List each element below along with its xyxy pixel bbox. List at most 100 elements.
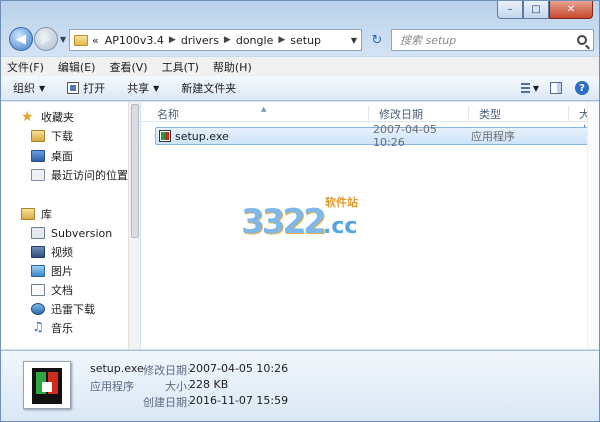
library-icon — [21, 208, 35, 220]
address-overflow-chevron[interactable]: « — [92, 34, 99, 47]
nav-libraries[interactable]: 库 — [21, 205, 52, 223]
command-bar: 组织 ▼ 打开 共享 ▼ 新建文件夹 ▼ ? — [1, 76, 599, 101]
nav-item-recent-places[interactable]: 最近访问的位置 — [31, 166, 128, 184]
watermark-number: 3322 — [241, 202, 327, 242]
column-header-modified[interactable]: 修改日期 — [369, 106, 469, 122]
details-filetype: 应用程序 — [90, 380, 134, 393]
nav-item-label: 桌面 — [51, 150, 73, 163]
column-header-label: 修改日期 — [379, 108, 423, 121]
nav-item-music[interactable]: ♫ 音乐 — [31, 319, 73, 337]
chevron-down-icon: ▼ — [39, 83, 46, 93]
search-placeholder: 搜索 setup — [400, 34, 457, 47]
column-header-type[interactable]: 类型 — [469, 106, 569, 122]
navigation-pane-scrollbar[interactable] — [128, 102, 140, 349]
thunder-download-icon — [31, 303, 45, 315]
file-list: ▲ 名称 修改日期 类型 大小 setup.exe 2007-04-05 10:… — [141, 102, 599, 349]
subversion-library-icon — [31, 227, 45, 239]
file-row-setup-exe[interactable]: setup.exe 2007-04-05 10:26 应用程序 — [155, 123, 599, 149]
nav-item-label: 最近访问的位置 — [51, 169, 128, 182]
downloads-folder-icon — [31, 130, 45, 142]
address-bar[interactable]: « AP100v3.4 ▶ drivers ▶ dongle ▶ setup ▼ — [69, 29, 362, 51]
minimize-button[interactable]: – — [497, 1, 523, 19]
preview-pane-button[interactable] — [547, 80, 565, 96]
nav-item-pictures[interactable]: 图片 — [31, 262, 73, 280]
watermark-tag: 软件站 — [325, 196, 358, 209]
forward-button[interactable]: ▶ — [34, 27, 58, 51]
nav-item-subversion[interactable]: Subversion — [31, 224, 112, 242]
preview-pane-icon — [550, 82, 562, 94]
details-modified-value: 2007-04-05 10:26 — [189, 362, 289, 375]
breadcrumb-dongle[interactable]: dongle — [236, 34, 274, 47]
details-created-value: 2016-11-07 15:59 — [189, 394, 289, 407]
menu-help[interactable]: 帮助(H) — [213, 59, 252, 75]
nav-item-label: 文档 — [51, 284, 73, 297]
breadcrumb: AP100v3.4 ▶ drivers ▶ dongle ▶ setup — [105, 34, 321, 47]
open-icon — [67, 82, 80, 94]
organize-button[interactable]: 组织 ▼ — [13, 80, 45, 96]
application-icon — [159, 130, 171, 142]
help-button[interactable]: ? — [573, 80, 591, 96]
nav-item-videos[interactable]: 视频 — [31, 243, 73, 261]
view-icon — [521, 83, 530, 93]
chevron-down-icon: ▼ — [532, 83, 539, 93]
close-button[interactable]: ✕ — [549, 1, 593, 19]
menu-edit[interactable]: 编辑(E) — [58, 59, 96, 75]
application-large-icon — [23, 361, 71, 409]
column-header-name[interactable]: ▲ 名称 — [147, 105, 369, 122]
nav-item-thunder-downloads[interactable]: 迅雷下载 — [31, 300, 95, 318]
videos-icon — [31, 246, 45, 258]
search-icon[interactable] — [577, 35, 587, 45]
desktop-icon — [31, 150, 45, 162]
nav-item-label: 视频 — [51, 246, 73, 259]
share-button[interactable]: 共享 ▼ — [127, 80, 159, 96]
breadcrumb-separator-icon[interactable]: ▶ — [169, 35, 176, 45]
file-modified: 2007-04-05 10:26 — [373, 123, 437, 149]
nav-item-downloads[interactable]: 下载 — [31, 127, 73, 145]
breadcrumb-separator-icon[interactable]: ▶ — [278, 35, 285, 45]
nav-item-documents[interactable]: 文档 — [31, 281, 73, 299]
details-modified-label: 修改日期: — [143, 364, 191, 377]
recent-pages-dropdown-icon[interactable]: ▼ — [60, 35, 66, 44]
caption-buttons: – □ ✕ — [497, 1, 593, 19]
file-name: setup.exe — [175, 129, 229, 143]
nav-item-label: 下载 — [51, 130, 73, 143]
menu-file[interactable]: 文件(F) — [7, 59, 44, 75]
organize-label: 组织 — [13, 82, 35, 95]
chevron-down-icon: ▼ — [153, 83, 160, 93]
watermark-domain: .cc — [323, 214, 358, 239]
change-view-button[interactable]: ▼ — [521, 80, 539, 96]
nav-favorites-label: 收藏夹 — [41, 111, 74, 124]
refresh-icon[interactable]: ↻ — [365, 29, 389, 51]
breadcrumb-setup[interactable]: setup — [290, 34, 321, 47]
nav-libraries-label: 库 — [41, 208, 52, 221]
watermark-logo: 软件站 3322 .cc — [241, 194, 381, 242]
nav-item-label: 迅雷下载 — [51, 303, 95, 316]
new-folder-button[interactable]: 新建文件夹 — [181, 80, 236, 96]
column-headers: ▲ 名称 修改日期 类型 大小 — [141, 102, 599, 137]
breadcrumb-separator-icon[interactable]: ▶ — [224, 35, 231, 45]
menu-view[interactable]: 查看(V) — [109, 59, 147, 75]
breadcrumb-drivers[interactable]: drivers — [181, 34, 219, 47]
view-buttons: ▼ ? — [513, 80, 591, 96]
address-dropdown-icon[interactable]: ▼ — [347, 36, 361, 45]
recent-places-icon — [31, 169, 45, 181]
back-button[interactable]: ◀ — [9, 27, 33, 51]
share-label: 共享 — [127, 82, 150, 95]
sort-ascending-icon: ▲ — [261, 105, 267, 113]
open-label: 打开 — [83, 82, 106, 95]
breadcrumb-ap100v34[interactable]: AP100v3.4 — [105, 34, 164, 47]
pictures-icon — [31, 265, 45, 277]
scrollbar-thumb[interactable] — [131, 104, 139, 238]
documents-icon — [31, 284, 45, 296]
file-list-scrollbar[interactable] — [587, 102, 599, 349]
nav-item-desktop[interactable]: 桌面 — [31, 147, 73, 165]
open-button[interactable]: 打开 — [67, 80, 105, 96]
navigation-row: ◀ ▶ ▼ « AP100v3.4 ▶ drivers ▶ dongle ▶ s… — [1, 25, 599, 53]
search-input[interactable]: 搜索 setup — [391, 29, 594, 51]
menu-tools[interactable]: 工具(T) — [162, 59, 199, 75]
menu-bar: 文件(F) 编辑(E) 查看(V) 工具(T) 帮助(H) — [1, 56, 599, 76]
maximize-button[interactable]: □ — [523, 1, 549, 19]
nav-favorites[interactable]: ★ 收藏夹 — [21, 108, 74, 126]
details-size-label: 大小: — [165, 380, 191, 393]
details-pane: setup.exe 应用程序 修改日期: 2007-04-05 10:26 大小… — [1, 350, 599, 421]
